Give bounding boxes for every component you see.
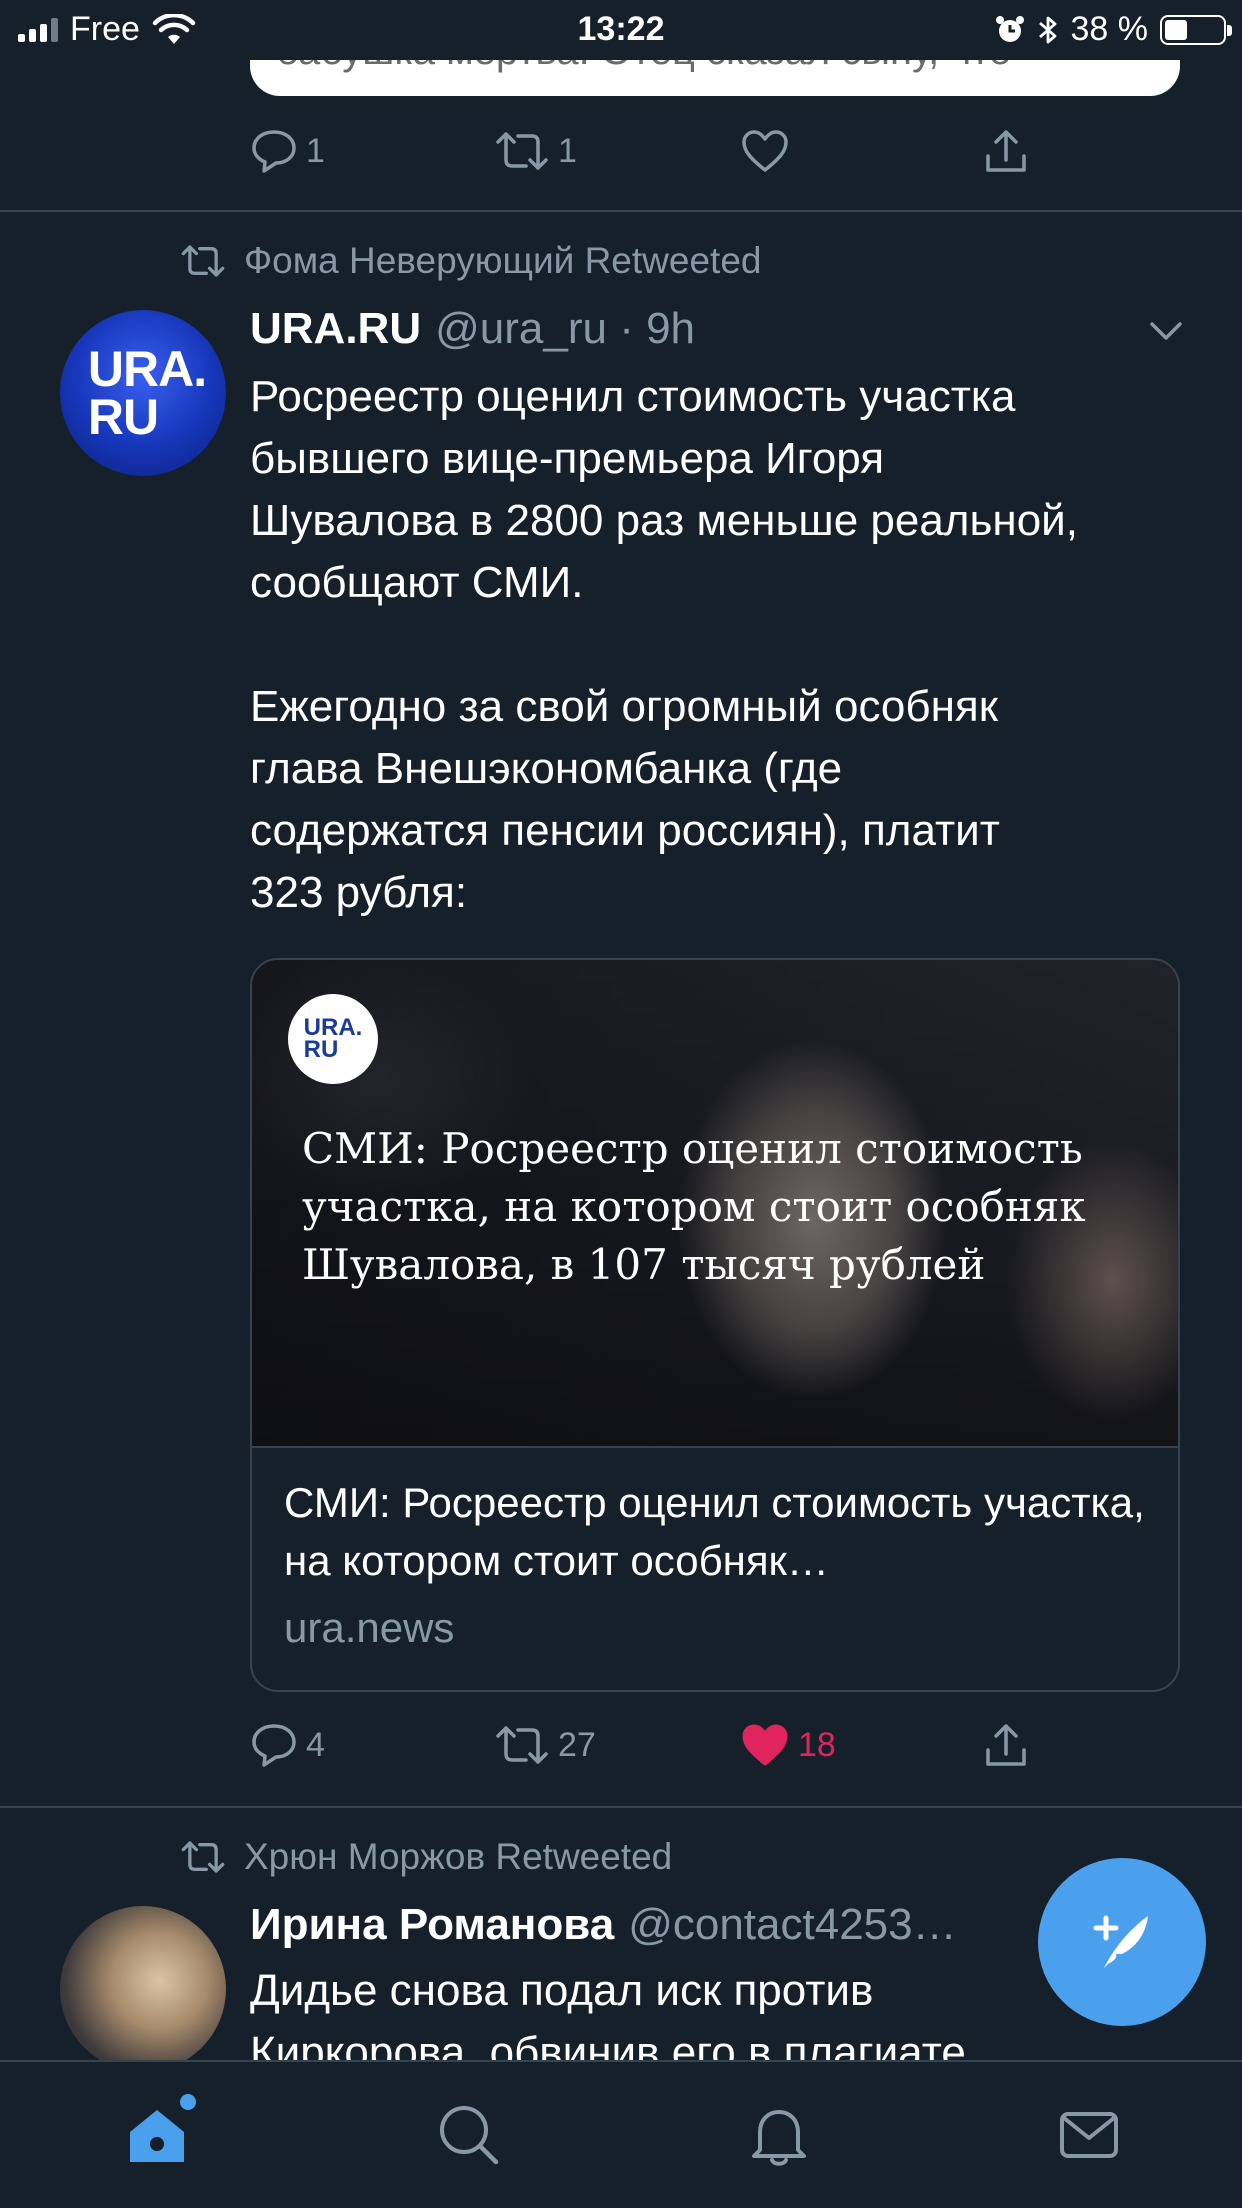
retweet-count: 1	[558, 131, 577, 170]
share-button[interactable]	[982, 128, 1030, 176]
share-icon	[986, 130, 1026, 172]
mail-icon	[1060, 2112, 1118, 2158]
tweet-actions: 4 27 18	[250, 1722, 1050, 1782]
home-icon	[130, 2110, 184, 2162]
author-name[interactable]: URA.RU	[250, 304, 421, 353]
bluetooth-icon	[1038, 16, 1056, 43]
avatar[interactable]: URA. RU	[60, 310, 226, 476]
tweet-divider	[0, 210, 1242, 212]
like-button[interactable]	[740, 128, 790, 174]
image-headline: СМИ: Росреестр оценил стоимость участка,…	[302, 1124, 1086, 1289]
reply-icon	[252, 130, 296, 173]
author-handle[interactable]: @contact4253…	[628, 1900, 956, 1949]
tweet-text: Росреестр оценил стоимость участка бывше…	[250, 372, 1078, 917]
tab-notifications[interactable]	[734, 2090, 824, 2180]
reply-button[interactable]: 4	[250, 1722, 325, 1768]
reply-count: 1	[306, 131, 325, 170]
share-icon	[986, 1724, 1026, 1766]
link-domain: ura.news	[284, 1604, 455, 1651]
retweeted-by-label: Хрюн Моржов Retweeted	[244, 1836, 673, 1877]
heart-icon	[742, 1724, 788, 1766]
tab-home[interactable]	[112, 2090, 202, 2180]
retweet-button[interactable]: 27	[494, 1722, 596, 1768]
retweet-context[interactable]: Фома Неверующий Retweeted	[180, 240, 761, 282]
chevron-down-icon[interactable]	[1146, 318, 1186, 344]
battery-icon	[1160, 14, 1232, 45]
author-handle[interactable]: @ura_ru · 9h	[435, 304, 695, 353]
previous-tweet-actions: 1 1	[250, 128, 1050, 188]
retweeted-by-label: Фома Неверующий Retweeted	[244, 240, 762, 281]
tab-search[interactable]	[424, 2090, 514, 2180]
avatar[interactable]	[60, 1906, 226, 2072]
status-right: 38 %	[995, 10, 1232, 49]
tweet-header: Ирина Романова @contact4253…	[250, 1900, 957, 1950]
tweet-header: URA.RU @ura_ru · 9h	[250, 304, 695, 354]
reply-count: 4	[306, 1725, 325, 1764]
retweet-button[interactable]: 1	[494, 128, 577, 174]
compose-tweet-icon	[1093, 1915, 1148, 1968]
link-preview-meta: СМИ: Росреестр оценил стоимость участка,…	[252, 1446, 1178, 1690]
twitter-timeline-screen: Free 13:22 38 % бабушка мертва. О	[0, 0, 1242, 2208]
link-preview-image: URA. RU СМИ: Росреестр оценил стоимость у…	[252, 960, 1178, 1446]
retweet-icon	[181, 1841, 225, 1873]
link-preview-card[interactable]: URA. RU СМИ: Росреестр оценил стоимость у…	[250, 958, 1180, 1692]
tweet-divider	[0, 1806, 1242, 1808]
retweet-icon	[496, 1726, 548, 1764]
retweet-icon	[496, 132, 548, 170]
tab-messages[interactable]	[1044, 2090, 1134, 2180]
like-count: 18	[798, 1725, 836, 1764]
new-tweets-dot	[180, 2094, 196, 2110]
heart-icon	[742, 130, 788, 172]
reply-icon	[252, 1724, 296, 1767]
link-title: СМИ: Росреестр оценил стоимость участка,…	[284, 1479, 1145, 1584]
battery-percent: 38 %	[1070, 10, 1149, 48]
retweet-context[interactable]: Хрюн Моржов Retweeted	[180, 1836, 672, 1878]
share-button[interactable]	[982, 1722, 1030, 1770]
bell-icon	[752, 2110, 806, 2166]
compose-tweet-button[interactable]	[1038, 1858, 1206, 2026]
search-icon	[440, 2106, 499, 2165]
retweet-icon	[181, 245, 225, 277]
reply-button[interactable]: 1	[250, 128, 325, 174]
alarm-icon	[995, 15, 1024, 42]
author-name[interactable]: Ирина Романова	[250, 1900, 614, 1949]
ura-logo-badge: URA. RU	[288, 994, 378, 1084]
retweet-count: 27	[558, 1725, 596, 1764]
ura-logo: URA. RU	[87, 341, 207, 445]
like-button[interactable]: 18	[740, 1722, 836, 1768]
status-bar: Free 13:22 38 %	[0, 0, 1242, 60]
bottom-tab-bar	[0, 2060, 1242, 2208]
